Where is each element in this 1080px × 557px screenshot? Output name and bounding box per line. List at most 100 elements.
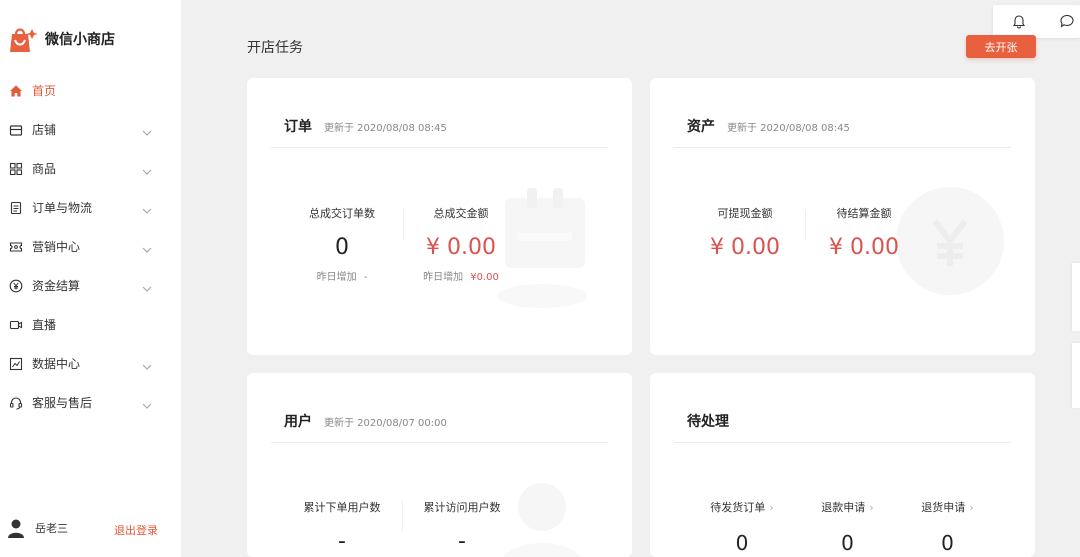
updated-time: 更新于 2020/08/07 00:00 [324,418,447,429]
sidebar-item-data[interactable]: 数据中心 [0,344,181,383]
divider [271,147,608,148]
sidebar-item-marketing[interactable]: 营销中心 [0,227,181,266]
chevron-down-icon [141,280,153,292]
metric-label: 退款申请 › [800,499,895,515]
metric-label-text: 待发货订单 [710,501,766,514]
card-title: 待处理 [687,414,729,430]
shop-bag-logo-icon [10,28,38,52]
sidebar-item-label: 订单与物流 [32,201,93,215]
grid-icon [9,162,23,176]
metric-visiting-users[interactable]: 累计访问用户数 - [407,499,517,554]
updated-time: 更新于 2020/08/08 08:45 [324,123,447,134]
metric-total-orders[interactable]: 总成交订单数 0 昨日增加 - [297,205,387,283]
sidebar-item-label: 首页 [32,84,57,98]
chat-icon[interactable] [1059,13,1075,29]
metric-label: 总成交订单数 [309,207,375,220]
sidebar-item-service[interactable]: 客服与售后 [0,383,181,422]
metric-label: 累计下单用户数 [303,501,381,514]
brand[interactable]: 微信小商店 [8,24,115,54]
metric-refund-requests[interactable]: 退款申请 › 0 [800,499,895,555]
card-title: 用户 [284,414,312,430]
chevron-down-icon [141,124,153,136]
metric-value: ¥ 0.00 [710,235,780,260]
user-row: 岳老三 退出登录 [7,518,172,538]
sidebar-item-label: 商品 [32,162,57,176]
chevron-right-icon: › [769,501,774,514]
side-tab-top[interactable] [1072,263,1080,331]
sidebar-item-label: 数据中心 [32,357,81,371]
home-icon [9,84,23,98]
metric-withdrawable[interactable]: 可提现金额 ¥ 0.00 [695,205,795,260]
metric-sub-value: ¥0.00 [470,272,499,283]
metric-label: 可提现金额 [717,207,773,220]
open-store-button[interactable]: 去开张 [966,35,1036,58]
top-toolbar [993,5,1080,38]
metric-value: 0 [941,531,954,555]
chevron-right-icon: › [869,501,874,514]
logout-link[interactable]: 退出登录 [114,522,158,538]
metric-total-amount[interactable]: 总成交金额 ¥ 0.00 昨日增加 ¥0.00 [411,205,511,283]
coupon-icon [9,240,23,254]
sidebar-item-orders[interactable]: 订单与物流 [0,188,181,227]
metric-value: ¥ 0.00 [829,235,899,260]
avatar[interactable] [7,518,25,538]
chevron-down-icon [141,397,153,409]
side-tab-bottom[interactable] [1072,343,1080,408]
metric-label: 待结算金额 [836,207,892,220]
metric-value: - [338,529,346,554]
sidebar: 微信小商店 首页 店铺 商品 订单与物流 营销中心 资金结算 直播 数据中心 客… [0,0,181,557]
card-header: 订单 更新于 2020/08/08 08:45 [284,116,447,136]
sidebar-item-store[interactable]: 店铺 [0,110,181,149]
divider [403,210,404,240]
card-title: 资产 [687,119,715,135]
sidebar-item-label: 营销中心 [32,240,81,254]
chevron-down-icon [141,202,153,214]
metric-sub: 昨日增加 - [297,268,387,283]
metric-pending-settlement[interactable]: 待结算金额 ¥ 0.00 [814,205,914,260]
sidebar-item-label: 资金结算 [32,279,81,293]
page-title: 开店任务 [247,40,303,56]
headset-icon [9,396,23,410]
sidebar-item-products[interactable]: 商品 [0,149,181,188]
sidebar-item-live[interactable]: 直播 [0,305,181,344]
metric-value: 0 [335,235,349,260]
divider [674,442,1011,443]
chevron-down-icon [141,163,153,175]
card-header: 资产 更新于 2020/08/08 08:45 [687,116,850,136]
yuan-icon [9,279,23,293]
chevron-down-icon [141,241,153,253]
metric-sub-label: 昨日增加 [423,272,464,283]
bell-icon[interactable] [1011,13,1027,29]
sidebar-item-home[interactable]: 首页 [0,71,181,110]
divider [805,210,806,240]
sidebar-item-funds[interactable]: 资金结算 [0,266,181,305]
metric-label-text: 退货申请 [921,501,966,514]
sidebar-item-label: 客服与售后 [32,396,93,410]
metric-label: 总成交金额 [433,207,489,220]
metric-label: 待发货订单 › [692,499,792,515]
sidebar-item-label: 店铺 [32,123,57,137]
metric-value: 0 [735,531,749,555]
sidebar-item-label: 直播 [32,318,57,332]
users-card: 用户 更新于 2020/08/07 00:00 累计下单用户数 - 累计访问用户… [247,373,632,557]
metric-sub-label: 昨日增加 [316,272,357,283]
metric-label: 累计访问用户数 [423,501,501,514]
metric-ordering-users[interactable]: 累计下单用户数 - [287,499,397,554]
chevron-right-icon: › [969,501,974,514]
metric-value: ¥ 0.00 [426,235,496,260]
brand-name: 微信小商店 [45,32,115,48]
metric-pending-shipment[interactable]: 待发货订单 › 0 [692,499,792,555]
metric-value: 0 [841,531,854,555]
metric-sub-value: - [363,272,368,283]
video-icon [9,318,23,332]
user-name: 岳老三 [35,522,68,535]
pending-card: 待处理 待发货订单 › 0 退款申请 › 0 退货申请 › 0 [650,373,1035,557]
metric-sub: 昨日增加 ¥0.00 [411,268,511,283]
orders-card: 订单 更新于 2020/08/08 08:45 总成交订单数 0 昨日增加 - … [247,78,632,355]
card-title: 订单 [284,119,312,135]
metric-label-text: 退款申请 [821,501,866,514]
metric-return-requests[interactable]: 退货申请 › 0 [900,499,995,555]
store-icon [9,123,23,137]
updated-time: 更新于 2020/08/08 08:45 [727,123,850,134]
divider [402,501,403,531]
